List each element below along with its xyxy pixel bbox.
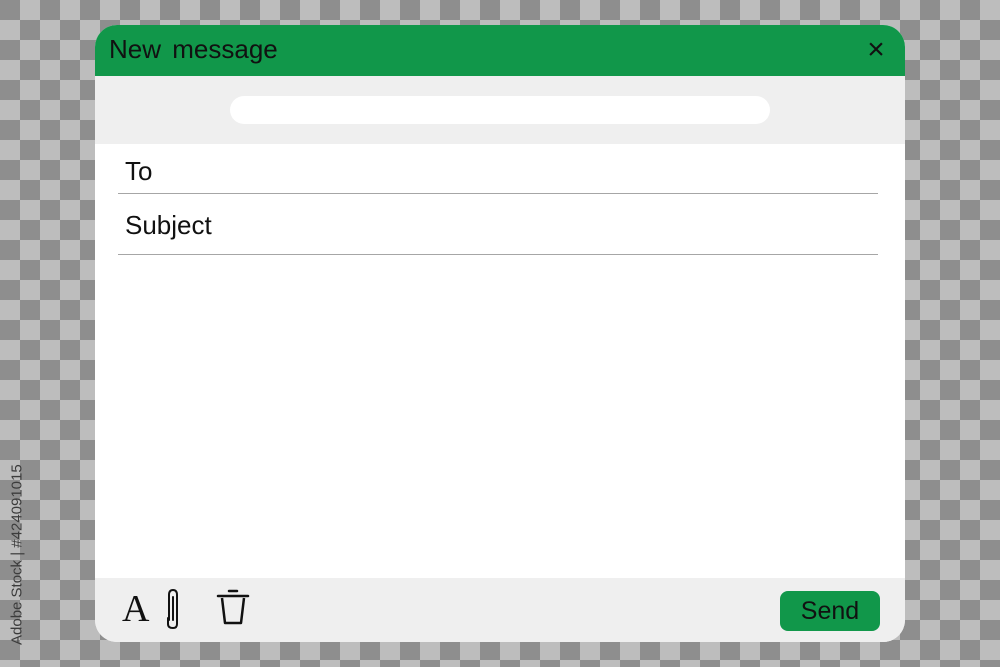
subject-label: Subject — [125, 210, 212, 240]
trash-icon[interactable] — [216, 588, 250, 626]
close-icon[interactable]: × — [861, 35, 891, 65]
stock-id-watermark: Adobe Stock | #424091015 — [8, 464, 26, 645]
footer-toolbar: A Send — [95, 578, 905, 642]
to-field[interactable]: To — [118, 144, 878, 194]
subject-field[interactable]: Subject — [118, 195, 878, 255]
toolbar-band — [95, 76, 905, 144]
window-title: New message — [109, 34, 278, 64]
new-message-window: New message × To Subject A Send — [95, 25, 905, 642]
to-label: To — [125, 156, 153, 186]
message-body[interactable] — [118, 257, 878, 575]
send-button[interactable]: Send — [780, 591, 880, 631]
paperclip-icon[interactable] — [163, 588, 183, 630]
title-bar: New message × — [95, 25, 905, 76]
text-format-icon[interactable]: A — [122, 588, 149, 630]
search-input[interactable] — [230, 96, 770, 124]
